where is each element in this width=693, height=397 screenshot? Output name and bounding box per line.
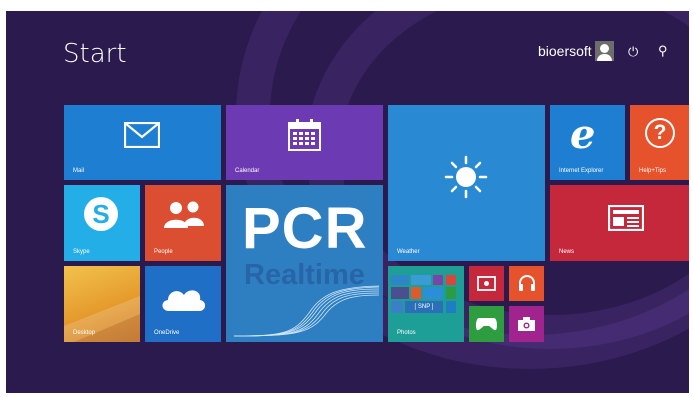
camera-icon xyxy=(518,317,535,331)
calendar-label: Calendar xyxy=(235,168,260,174)
page-title: Start xyxy=(63,39,127,69)
cloud-icon xyxy=(162,290,206,311)
photos-tile[interactable]: [ SNP ] Photos xyxy=(388,266,464,342)
help-glyph: ? xyxy=(653,121,667,144)
calendar-tile[interactable]: Calendar xyxy=(226,105,383,180)
mail-icon xyxy=(124,122,160,148)
skype-tile[interactable]: S Skype xyxy=(64,185,140,261)
onedrive-label: OneDrive xyxy=(154,330,180,336)
snapshot-label: [ SNP ] xyxy=(405,301,443,313)
help-tips-label: Help+Tips xyxy=(639,168,666,174)
desktop-label: Desktop xyxy=(73,330,96,336)
user-name[interactable]: bioersoft xyxy=(538,43,592,59)
power-icon[interactable]: ⏻ xyxy=(628,44,638,60)
mail-label: Mail xyxy=(73,168,85,174)
sun-icon xyxy=(444,155,488,199)
internet-explorer-label: Internet Explorer xyxy=(559,168,604,174)
internet-explorer-tile[interactable]: e Internet Explorer xyxy=(550,105,625,180)
calendar-icon xyxy=(288,119,321,151)
skype-glyph: S xyxy=(92,199,110,229)
news-label: News xyxy=(559,249,575,255)
start-screen: Start bioersoft ⏻ ⚲ Mail Calendar Weathe… xyxy=(6,11,689,393)
people-label: People xyxy=(154,249,173,255)
skype-icon: S xyxy=(84,197,118,231)
skype-label: Skype xyxy=(73,249,90,255)
avatar[interactable] xyxy=(595,41,614,61)
music-tile[interactable] xyxy=(509,266,544,301)
desktop-tile[interactable]: Desktop xyxy=(64,266,140,342)
amplification-curves xyxy=(234,285,379,337)
photos-label: Photos xyxy=(397,330,416,336)
pcr-title: PCR xyxy=(242,196,368,261)
search-icon[interactable]: ⚲ xyxy=(658,43,668,59)
camera-tile[interactable] xyxy=(509,306,544,342)
game-controller-icon xyxy=(475,318,498,331)
internet-explorer-icon: e xyxy=(570,111,596,158)
people-icon xyxy=(164,201,204,228)
headphones-icon xyxy=(519,275,535,291)
pcr-realtime-tile[interactable]: PCR Realtime xyxy=(226,185,383,342)
people-tile[interactable]: People xyxy=(145,185,221,261)
video-icon xyxy=(477,276,496,291)
help-tips-tile[interactable]: ? Help+Tips xyxy=(630,105,689,180)
weather-tile[interactable]: Weather xyxy=(388,105,545,261)
weather-label: Weather xyxy=(397,249,420,255)
onedrive-tile[interactable]: OneDrive xyxy=(145,266,221,342)
mail-tile[interactable]: Mail xyxy=(64,105,221,180)
photos-collage: [ SNP ] xyxy=(391,270,461,332)
news-icon xyxy=(608,205,644,231)
help-icon: ? xyxy=(645,118,675,148)
news-tile[interactable]: News xyxy=(550,185,689,261)
games-tile[interactable] xyxy=(469,306,504,342)
video-tile[interactable] xyxy=(469,266,504,301)
